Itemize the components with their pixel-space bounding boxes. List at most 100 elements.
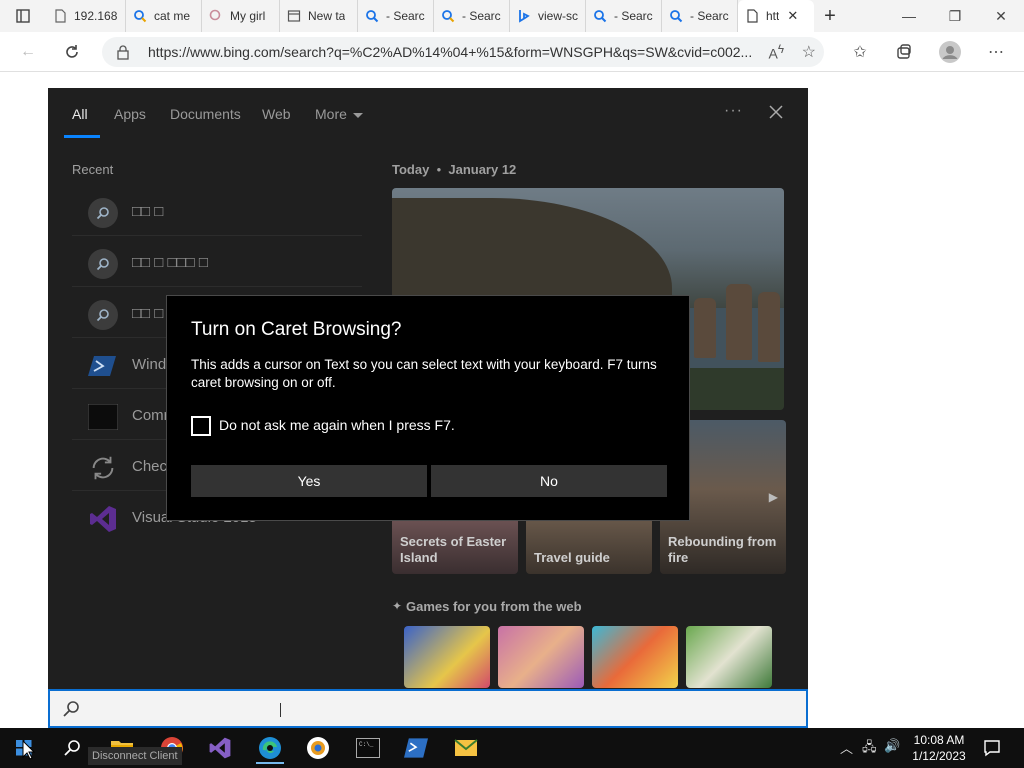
game-tile[interactable]	[404, 626, 490, 688]
game-tile[interactable]	[592, 626, 678, 688]
collections-button[interactable]	[890, 38, 918, 66]
tab-apps[interactable]: Apps	[114, 106, 146, 122]
bing-icon	[516, 8, 532, 24]
refresh-button[interactable]	[58, 38, 86, 66]
profile-button[interactable]	[936, 38, 964, 66]
close-window-button[interactable]: ✕	[978, 0, 1024, 32]
edge-icon[interactable]	[250, 732, 290, 764]
recent-item-label: □□ □ □□□ □	[132, 254, 208, 271]
recent-item-label: Wind	[132, 356, 167, 373]
tab-title: htt	[766, 9, 780, 23]
tab-documents[interactable]: Documents	[170, 106, 241, 122]
clock-date: 1/12/2023	[912, 749, 966, 763]
page-icon	[52, 8, 68, 24]
tab-title: 192.168	[74, 9, 118, 23]
powershell-icon[interactable]	[396, 732, 436, 764]
tab-all[interactable]: All	[72, 106, 88, 122]
card-caption: Secrets of Easter Island	[400, 534, 507, 565]
tab-title: - Searc	[690, 9, 729, 23]
active-tab-indicator	[64, 135, 100, 138]
no-button[interactable]: No	[431, 465, 667, 497]
back-arrow-icon: ←	[20, 43, 36, 60]
close-tab-icon[interactable]: ✕	[787, 8, 798, 24]
search-filter-tabs: All Apps Documents Web More ···	[48, 88, 808, 138]
browser-tab[interactable]: cat me	[126, 0, 202, 32]
search-input[interactable]	[48, 689, 808, 728]
restore-icon: ❐	[948, 7, 962, 24]
chevron-right-icon[interactable]: ▶	[769, 490, 778, 504]
search-icon	[592, 8, 608, 24]
new-tab-button[interactable]: +	[814, 0, 846, 32]
browser-tab[interactable]: 192.168	[46, 0, 126, 32]
back-button[interactable]: ←	[14, 38, 42, 66]
tab-title: New ta	[308, 9, 346, 23]
game-tile[interactable]	[686, 626, 772, 688]
action-center-button[interactable]	[972, 732, 1012, 764]
do-not-ask-label[interactable]: Do not ask me again when I press F7.	[219, 417, 455, 433]
moai-statue	[758, 292, 780, 362]
read-aloud-icon[interactable]: Aϟ	[768, 43, 784, 62]
volume-icon[interactable]: 🔊	[884, 738, 900, 754]
browser-tab[interactable]: New ta	[280, 0, 358, 32]
dialog-message: This adds a cursor on Text so you can se…	[191, 357, 657, 390]
favorites-icon: ✩	[853, 44, 867, 61]
search-icon	[88, 198, 118, 228]
system-clock[interactable]: 10:08 AM 1/12/2023	[908, 732, 970, 764]
browser-tab[interactable]: - Searc	[358, 0, 434, 32]
address-bar[interactable]: https://www.bing.com/search?q=%C2%AD%14%…	[102, 37, 824, 67]
refresh-icon	[88, 453, 118, 483]
yes-button[interactable]: Yes	[191, 465, 427, 497]
visual-studio-icon[interactable]	[200, 732, 240, 764]
browser-tab[interactable]: - Searc	[662, 0, 738, 32]
today-heading: Today • January 12	[392, 162, 516, 177]
browser-tab[interactable]: - Searc	[586, 0, 662, 32]
search-icon	[64, 740, 80, 756]
add-favorite-icon[interactable]: ☆	[802, 42, 816, 62]
search-icon	[63, 701, 79, 717]
newtab-icon	[286, 8, 302, 24]
search-icon	[440, 8, 456, 24]
browser-tab[interactable]: - Searc	[434, 0, 510, 32]
minimize-button[interactable]: —	[886, 0, 932, 32]
browser-tab[interactable]: My girl	[202, 0, 280, 32]
caret-browsing-dialog: Turn on Caret Browsing? This adds a curs…	[166, 295, 690, 521]
recent-item[interactable]: □□ □ □□□ □	[72, 239, 362, 287]
do-not-ask-checkbox[interactable]	[191, 416, 211, 436]
minimize-icon: —	[902, 8, 916, 24]
settings-menu-button[interactable]: ⋯	[982, 38, 1010, 66]
favorites-button[interactable]: ✩	[846, 38, 874, 66]
browser-icon[interactable]	[298, 732, 338, 764]
avatar-icon	[939, 41, 961, 63]
more-options-icon[interactable]: ···	[724, 102, 743, 120]
taskbar-search-button[interactable]	[52, 732, 92, 764]
terminal-icon[interactable]: C:\_	[348, 732, 388, 764]
powershell-icon	[88, 351, 118, 381]
collections-icon	[897, 44, 911, 59]
tab-title: - Searc	[614, 9, 653, 23]
network-icon[interactable]: 🖧	[862, 738, 877, 760]
mouse-cursor-icon	[22, 740, 36, 760]
browser-tab-active[interactable]: htt ✕	[738, 0, 814, 32]
game-tile[interactable]	[498, 626, 584, 688]
tab-more[interactable]: More	[315, 106, 363, 122]
chevron-up-icon[interactable]: ︿	[840, 738, 853, 757]
page-icon	[744, 8, 760, 24]
tab-more-label: More	[315, 106, 347, 122]
games-heading: Games for you from the web	[406, 599, 582, 614]
tab-web[interactable]: Web	[262, 106, 291, 122]
refresh-icon	[66, 45, 78, 58]
browser-tab[interactable]: view-sc	[510, 0, 586, 32]
games-icon: ✦	[392, 599, 403, 613]
bullet-separator: •	[432, 162, 445, 177]
text-caret	[280, 703, 281, 717]
moai-statue	[694, 298, 716, 358]
restore-button[interactable]: ❐	[932, 0, 978, 32]
recent-item-label: □□ □	[132, 305, 164, 322]
mail-icon[interactable]	[446, 732, 486, 764]
close-icon[interactable]	[766, 102, 786, 122]
recent-item[interactable]: □□ □	[72, 188, 362, 236]
tab-title: view-sc	[538, 9, 579, 23]
tab-title: My girl	[230, 9, 266, 23]
tab-actions-button[interactable]	[0, 0, 46, 32]
search-icon	[208, 8, 224, 24]
